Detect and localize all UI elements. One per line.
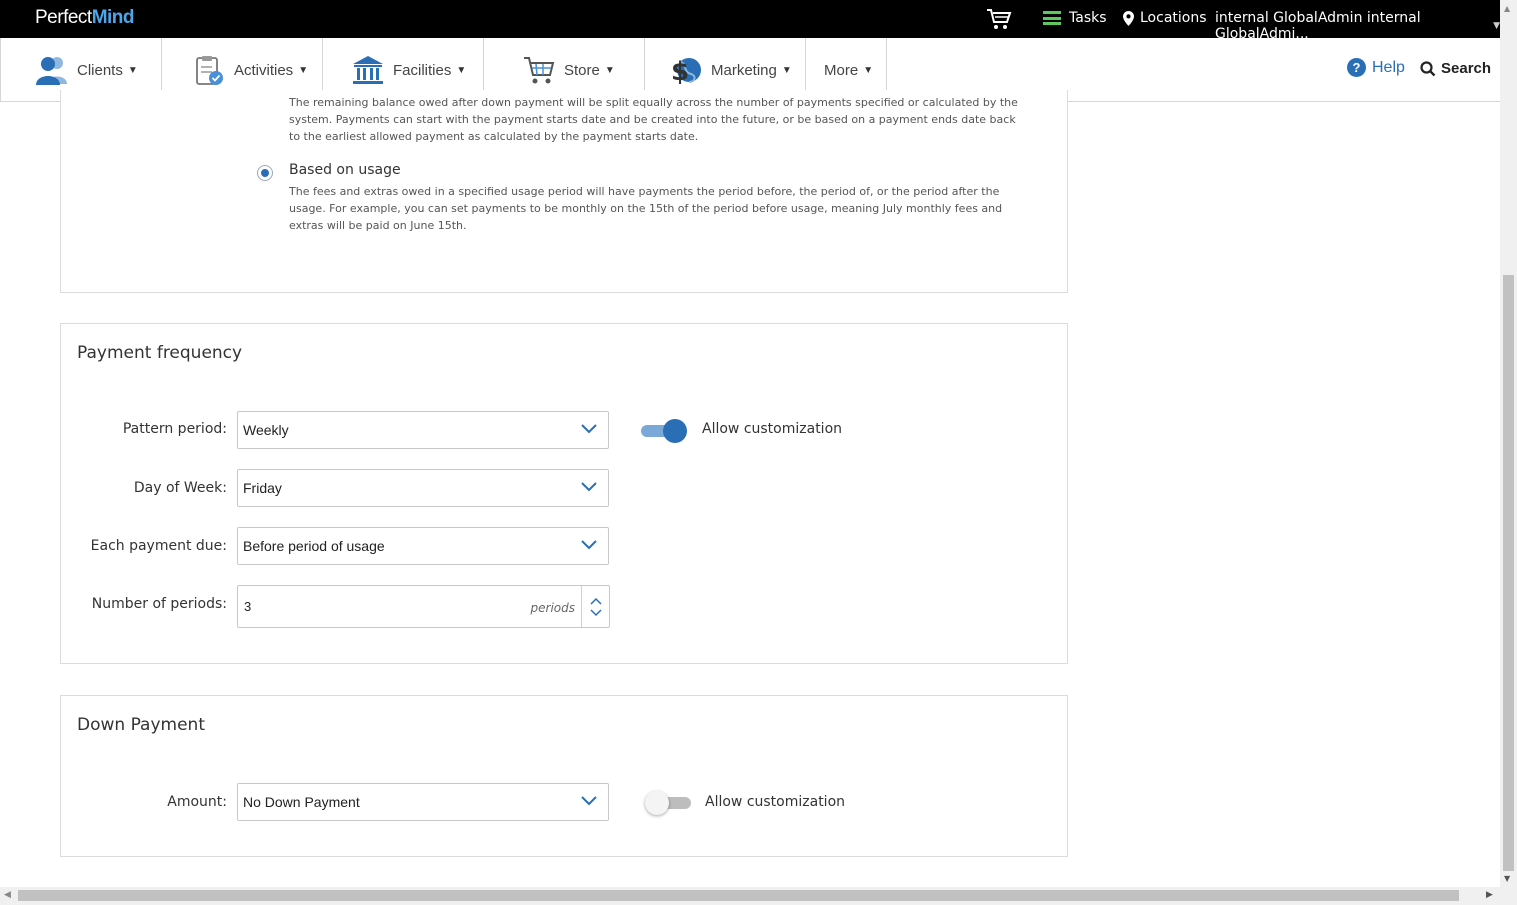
chevron-up-icon[interactable] bbox=[589, 597, 602, 605]
facilities-icon bbox=[349, 52, 387, 88]
pattern-period-select[interactable]: Weekly bbox=[237, 411, 609, 449]
chevron-down-icon bbox=[581, 482, 597, 492]
svg-text:$: $ bbox=[671, 57, 689, 86]
help-icon: ? bbox=[1347, 58, 1366, 77]
periods-spinner bbox=[581, 586, 609, 627]
shopping-cart-icon[interactable] bbox=[986, 8, 1012, 30]
activities-icon bbox=[190, 52, 228, 88]
payment-method-panel: The remaining balance owed after down pa… bbox=[60, 90, 1068, 293]
horizontal-scrollbar[interactable]: ◀ ▶ bbox=[0, 887, 1500, 905]
marketing-icon: $ bbox=[667, 52, 705, 88]
section-title: Down Payment bbox=[77, 715, 205, 735]
section-title: Payment frequency bbox=[77, 343, 243, 363]
scroll-down-arrow-icon[interactable]: ▼ bbox=[1504, 874, 1510, 883]
each-payment-due-label: Each payment due: bbox=[90, 538, 227, 554]
pattern-period-label: Pattern period: bbox=[122, 421, 227, 437]
day-of-week-label: Day of Week: bbox=[133, 480, 227, 496]
caret-down-icon: ▼ bbox=[127, 64, 138, 76]
search-icon bbox=[1420, 60, 1436, 76]
chevron-down-icon bbox=[581, 424, 597, 434]
scroll-up-arrow-icon[interactable]: ▲ bbox=[1504, 4, 1510, 13]
pattern-allow-customization-toggle[interactable] bbox=[641, 419, 687, 443]
store-cart-icon bbox=[520, 52, 558, 88]
chevron-down-icon bbox=[581, 540, 597, 550]
down-payment-allow-customization-label: Allow customization bbox=[705, 794, 846, 810]
based-on-usage-description: The fees and extras owed in a specified … bbox=[289, 185, 1003, 232]
perfectmind-logo[interactable]: PerfectMind bbox=[35, 7, 135, 29]
tasks-icon bbox=[1043, 11, 1061, 25]
scrollbar-corner bbox=[1500, 887, 1517, 905]
tasks-link[interactable]: Tasks bbox=[1043, 10, 1107, 26]
caret-down-icon: ▼ bbox=[604, 64, 615, 76]
chevron-down-icon[interactable] bbox=[589, 608, 602, 617]
scroll-left-arrow-icon[interactable]: ◀ bbox=[4, 890, 11, 900]
down-payment-panel: Down Payment Amount: No Down Payment All… bbox=[60, 695, 1068, 857]
caret-down-icon: ▼ bbox=[781, 64, 792, 76]
caret-down-icon: ▼ bbox=[456, 64, 467, 76]
help-link[interactable]: ? Help bbox=[1347, 58, 1405, 77]
split-equally-description: The remaining balance owed after down pa… bbox=[289, 96, 1018, 143]
payment-frequency-panel: Payment frequency Pattern period: Weekly… bbox=[60, 323, 1068, 664]
amount-label: Amount: bbox=[167, 794, 227, 810]
pattern-allow-customization-label: Allow customization bbox=[702, 421, 843, 437]
vertical-scrollbar[interactable]: ▲ ▼ bbox=[1500, 0, 1517, 887]
caret-down-icon: ▼ bbox=[863, 64, 874, 76]
caret-down-icon: ▼ bbox=[298, 64, 309, 76]
location-pin-icon bbox=[1123, 10, 1134, 26]
chevron-down-icon: ▼ bbox=[1493, 21, 1500, 31]
scroll-right-arrow-icon[interactable]: ▶ bbox=[1486, 890, 1493, 900]
based-on-usage-label[interactable]: Based on usage bbox=[289, 162, 401, 178]
vertical-scroll-thumb[interactable] bbox=[1503, 275, 1514, 871]
each-payment-due-select[interactable]: Before period of usage bbox=[237, 527, 609, 565]
amount-select[interactable]: No Down Payment bbox=[237, 783, 609, 821]
top-bar: PerfectMind Tasks Locations internal Glo… bbox=[0, 0, 1500, 42]
day-of-week-select[interactable]: Friday bbox=[237, 469, 609, 507]
horizontal-scroll-thumb[interactable] bbox=[18, 890, 1459, 901]
down-payment-allow-customization-toggle[interactable] bbox=[645, 791, 693, 815]
search-link[interactable]: Search bbox=[1420, 60, 1491, 77]
number-of-periods-label: Number of periods: bbox=[91, 596, 227, 612]
chevron-down-icon bbox=[581, 796, 597, 806]
number-of-periods-input[interactable]: 3 periods bbox=[237, 585, 610, 628]
locations-link[interactable]: Locations bbox=[1123, 10, 1207, 26]
based-on-usage-radio[interactable] bbox=[257, 165, 273, 181]
clients-icon bbox=[33, 52, 71, 88]
